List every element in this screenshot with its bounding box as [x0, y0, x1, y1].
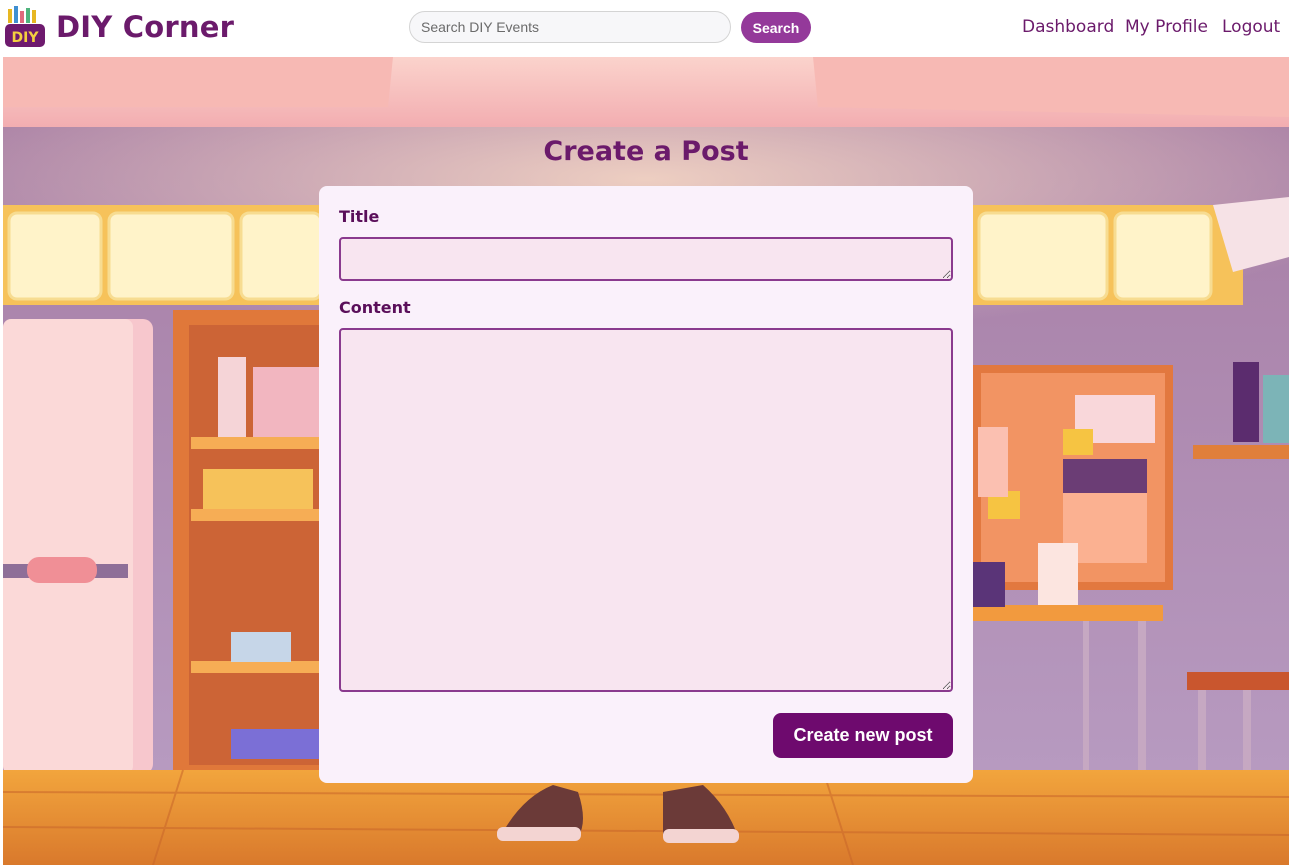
title-field[interactable]	[339, 237, 953, 281]
content-field[interactable]	[339, 328, 953, 692]
brand-name[interactable]: DIY Corner	[56, 10, 234, 44]
nav-my-profile[interactable]: My Profile	[1125, 17, 1208, 37]
nav-logout[interactable]: Logout	[1222, 17, 1280, 37]
diy-logo-icon[interactable]: DIY	[4, 6, 46, 48]
create-post-button[interactable]: Create new post	[773, 713, 953, 758]
page-title: Create a Post	[543, 136, 749, 167]
create-post-form: Title Content Create new post	[319, 186, 973, 783]
title-label: Title	[339, 207, 380, 226]
logo-text: DIY	[12, 30, 40, 46]
nav-dashboard[interactable]: Dashboard	[1022, 17, 1114, 37]
search-button[interactable]: Search	[741, 12, 811, 43]
search-input[interactable]	[409, 11, 731, 43]
content-label: Content	[339, 298, 411, 317]
top-navbar: DIY DIY Corner Search Dashboard My Profi…	[0, 0, 1292, 57]
